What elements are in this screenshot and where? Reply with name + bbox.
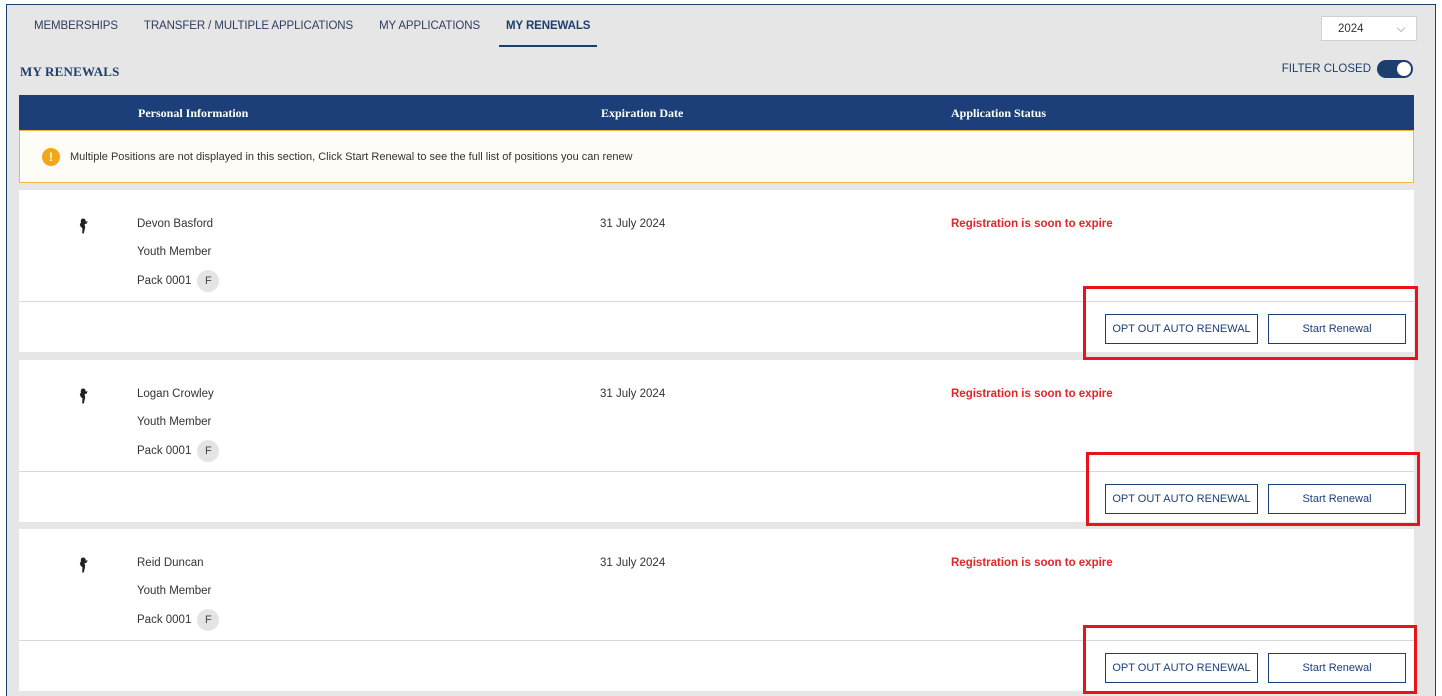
tab-bar: MEMBERSHIPS TRANSFER / MULTIPLE APPLICAT… bbox=[7, 5, 1435, 47]
scout-person-icon bbox=[79, 557, 88, 573]
application-status: Registration is soon to expire bbox=[951, 388, 1113, 400]
tab-memberships[interactable]: MEMBERSHIPS bbox=[27, 5, 125, 47]
table-header: Personal Information Expiration Date App… bbox=[19, 95, 1414, 130]
highlight-box bbox=[1083, 625, 1417, 694]
tab-my-renewals[interactable]: MY RENEWALS bbox=[499, 5, 598, 47]
unit-badge: F bbox=[197, 440, 220, 462]
member-name: Logan Crowley bbox=[137, 388, 214, 400]
member-unit: Pack 0001 F bbox=[137, 440, 220, 462]
member-unit: Pack 0001 F bbox=[137, 270, 220, 292]
tab-my-applications[interactable]: MY APPLICATIONS bbox=[372, 5, 487, 47]
section-title: MY RENEWALS bbox=[20, 64, 120, 79]
unit-label: Pack 0001 bbox=[137, 445, 192, 457]
expiration-date: 31 July 2024 bbox=[600, 218, 666, 230]
header-expiration-date: Expiration Date bbox=[601, 106, 684, 120]
member-role: Youth Member bbox=[137, 585, 212, 597]
year-select-value: 2024 bbox=[1338, 22, 1364, 35]
filter-closed-toggle[interactable] bbox=[1377, 60, 1413, 78]
filter-closed-toggle-group: FILTER CLOSED bbox=[1282, 60, 1413, 78]
highlight-box bbox=[1086, 452, 1420, 526]
expiration-date: 31 July 2024 bbox=[600, 557, 666, 569]
unit-badge: F bbox=[197, 609, 220, 631]
scout-person-icon bbox=[79, 218, 88, 234]
notice-text: Multiple Positions are not displayed in … bbox=[70, 150, 633, 163]
highlight-box bbox=[1083, 286, 1418, 360]
header-application-status: Application Status bbox=[951, 106, 1047, 120]
member-name: Devon Basford bbox=[137, 218, 214, 230]
expiration-date: 31 July 2024 bbox=[600, 388, 666, 400]
unit-badge: F bbox=[197, 270, 220, 292]
member-role: Youth Member bbox=[137, 416, 212, 428]
scout-person-icon bbox=[79, 388, 88, 404]
header-personal-information: Personal Information bbox=[138, 106, 249, 120]
warning-icon: ! bbox=[42, 147, 60, 166]
year-select[interactable]: 2024 bbox=[1321, 16, 1417, 41]
application-status: Registration is soon to expire bbox=[951, 218, 1113, 230]
filter-closed-label: FILTER CLOSED bbox=[1281, 63, 1371, 75]
tab-transfer-multiple-applications[interactable]: TRANSFER / MULTIPLE APPLICATIONS bbox=[137, 5, 360, 47]
chevron-down-icon bbox=[1396, 23, 1406, 33]
multiple-positions-notice: ! Multiple Positions are not displayed i… bbox=[19, 130, 1414, 183]
toggle-knob bbox=[1397, 62, 1411, 76]
member-name: Reid Duncan bbox=[137, 557, 204, 569]
unit-label: Pack 0001 bbox=[137, 614, 192, 626]
application-status: Registration is soon to expire bbox=[951, 557, 1113, 569]
unit-label: Pack 0001 bbox=[137, 275, 192, 287]
member-role: Youth Member bbox=[137, 246, 212, 258]
member-unit: Pack 0001 F bbox=[137, 609, 220, 631]
